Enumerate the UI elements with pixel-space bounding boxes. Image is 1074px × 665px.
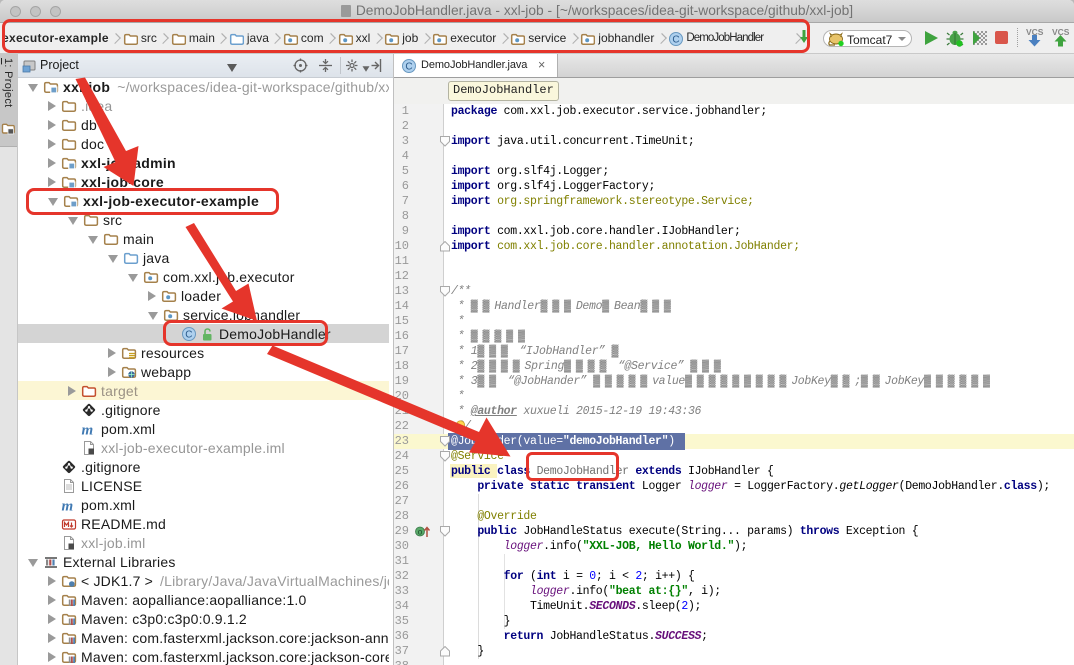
svg-text:o: o xyxy=(418,528,423,537)
